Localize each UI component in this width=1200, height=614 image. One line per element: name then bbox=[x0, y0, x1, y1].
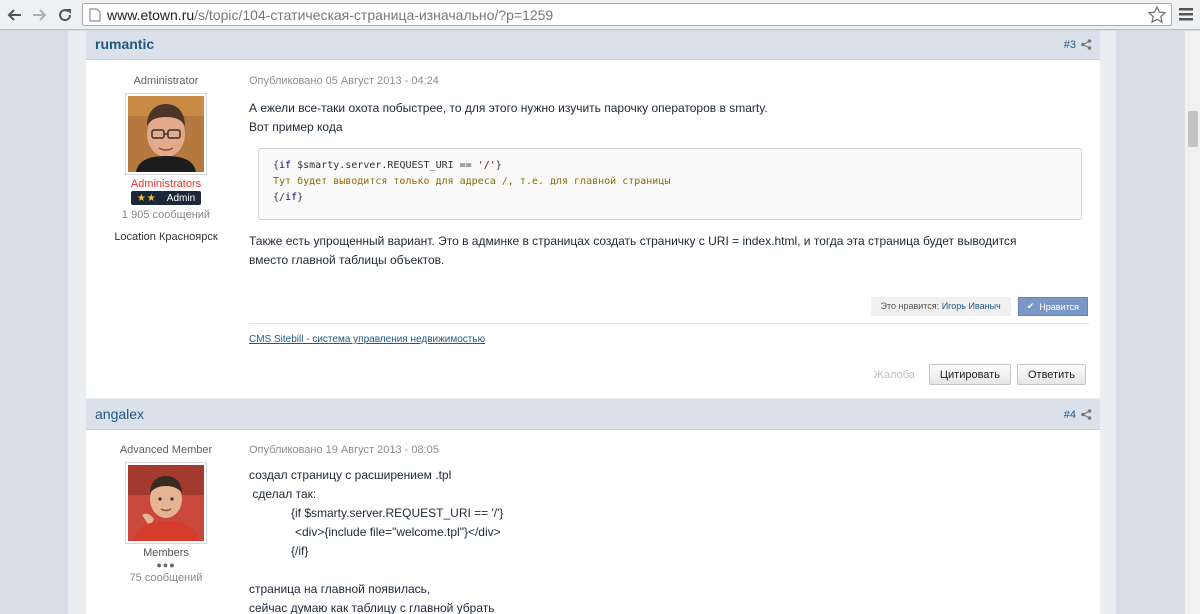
post-header: angalex #4 bbox=[86, 399, 1100, 430]
forward-icon[interactable] bbox=[28, 4, 50, 26]
text-line: Вот пример кода bbox=[249, 120, 343, 134]
post-date: Опубликовано 05 Август 2013 - 04:24 bbox=[249, 75, 439, 87]
browser-toolbar: www.etown.ru/s/topic/104-статическая-стр… bbox=[0, 0, 1200, 30]
scroll-thumb[interactable] bbox=[1188, 111, 1198, 147]
reload-icon[interactable] bbox=[54, 4, 76, 26]
bookmark-star-icon[interactable] bbox=[1147, 5, 1167, 28]
post-header: rumantic #3 bbox=[86, 31, 1100, 60]
avatar[interactable] bbox=[125, 93, 207, 175]
likes-list: Это нравится: Игорь Иваныч bbox=[870, 297, 1011, 316]
post-text: А ежели все-таки охота побыстрее, то для… bbox=[249, 99, 1089, 137]
likes-bar: Это нравится: Игорь Иваныч ✔ Нравится bbox=[870, 297, 1088, 316]
text-line: А ежели все-таки охота побыстрее, то для… bbox=[249, 101, 768, 115]
author-info: Administrator Administrators ★★ Admin 1 9… bbox=[86, 75, 246, 243]
code-block: {if $smarty.server.REQUEST_URI == '/'} Т… bbox=[258, 148, 1082, 220]
reply-button[interactable]: Ответить bbox=[1016, 364, 1086, 385]
text-line: {if $smarty.server.REQUEST_URI == '/'} bbox=[291, 506, 504, 520]
share-icon[interactable] bbox=[1081, 39, 1092, 53]
code-line: {if $smarty.server.REQUEST_URI == '/'} bbox=[273, 160, 502, 171]
admin-badge: ★★ Admin bbox=[130, 191, 202, 205]
scrollbar[interactable] bbox=[1184, 31, 1200, 614]
post-text-after-code: Также есть упрощенный вариант. Это в адм… bbox=[249, 232, 1089, 270]
author-info: Advanced Member Members ●●● 75 сообщений bbox=[86, 444, 246, 584]
menu-icon[interactable] bbox=[1178, 6, 1194, 25]
liker-link[interactable]: Игорь Иваныч bbox=[942, 301, 1001, 311]
quote-button[interactable]: Цитировать bbox=[928, 364, 1011, 385]
check-icon: ✔ bbox=[1026, 301, 1035, 311]
text-line: вместо главной таблицы объектов. bbox=[249, 253, 445, 267]
rank-pips-icon: ●●● bbox=[156, 560, 176, 570]
post-number[interactable]: #3 bbox=[1064, 39, 1076, 51]
text-line: сделал так: bbox=[249, 487, 317, 501]
signature-divider bbox=[249, 323, 1089, 324]
member-title: Advanced Member bbox=[119, 444, 213, 456]
page-icon bbox=[89, 8, 101, 25]
member-title: Administrator bbox=[133, 75, 199, 87]
back-icon[interactable] bbox=[4, 4, 26, 26]
text-line: Также есть упрощенный вариант. Это в адм… bbox=[249, 234, 1017, 248]
report-link[interactable]: Жалоба bbox=[874, 369, 915, 381]
text-line: сейчас думаю как таблицу с главной убрат… bbox=[249, 601, 495, 614]
url-text: www.etown.ru/s/topic/104-статическая-стр… bbox=[107, 7, 554, 23]
code-line: {/if} bbox=[273, 192, 304, 203]
avatar[interactable] bbox=[125, 462, 207, 544]
post-3: rumantic #3 Administrator Administrators… bbox=[86, 31, 1100, 398]
code-line: Тут будет выводится только для адреса /,… bbox=[273, 176, 671, 187]
like-button[interactable]: ✔ Нравится bbox=[1017, 297, 1088, 316]
post-body: Опубликовано 05 Август 2013 - 04:24 А еж… bbox=[249, 75, 1089, 137]
text-line: создал страницу с расширением .tpl bbox=[249, 468, 452, 482]
signature-link[interactable]: CMS Sitebill - система управления недвиж… bbox=[249, 334, 485, 345]
post-date: Опубликовано 19 Август 2013 - 08:05 bbox=[249, 444, 439, 456]
member-group: Administrators bbox=[130, 178, 202, 190]
post-text: создал страницу с расширением .tpl сдела… bbox=[249, 466, 1089, 614]
author-link[interactable]: angalex bbox=[95, 406, 144, 422]
post-number[interactable]: #4 bbox=[1064, 409, 1076, 421]
member-group: Members bbox=[143, 547, 189, 559]
post-count: 1 905 сообщений bbox=[121, 209, 211, 221]
post-actions: Жалоба Цитировать Ответить bbox=[874, 364, 1086, 385]
text-line bbox=[249, 561, 1089, 580]
text-line: <div>{include file="welcome.tpl"}</div> bbox=[295, 525, 501, 539]
post-body: Опубликовано 19 Август 2013 - 08:05 созд… bbox=[249, 444, 1089, 614]
post-count: 75 сообщений bbox=[129, 572, 203, 584]
location: Location Красноярск bbox=[114, 231, 218, 243]
address-bar[interactable]: www.etown.ru/s/topic/104-статическая-стр… bbox=[82, 3, 1172, 26]
post-4: angalex #4 Advanced Member Members ●●● 7… bbox=[86, 399, 1100, 614]
author-link[interactable]: rumantic bbox=[95, 36, 154, 52]
text-line: {/if} bbox=[291, 544, 309, 558]
stars-icon: ★★ bbox=[136, 192, 157, 204]
text-line: страница на главной появилась, bbox=[249, 582, 431, 596]
share-icon[interactable] bbox=[1081, 409, 1092, 423]
